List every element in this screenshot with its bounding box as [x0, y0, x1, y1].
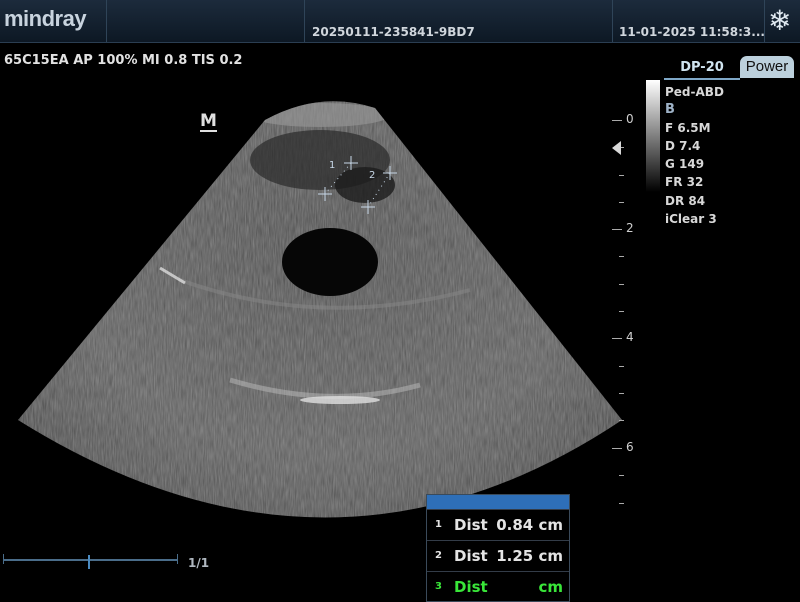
mode-label: B: [665, 102, 675, 118]
measurement-row-active[interactable]: 3 Dist cm: [427, 571, 569, 602]
param-frame-rate: FR 32: [665, 175, 704, 190]
depth-label-0: 0: [626, 112, 634, 126]
cine-frame-counter: 1/1: [188, 556, 210, 570]
preset-name: Ped-ABD: [665, 85, 724, 99]
orientation-marker: M: [200, 111, 217, 132]
caliper-label-1: 1: [329, 160, 335, 171]
measurement-panel-header[interactable]: [427, 495, 569, 509]
tab-preset[interactable]: DP-20: [664, 58, 740, 80]
imaging-params: Ped-ABD B F 6.5M D 7.4 G 149 FR 32 DR 84…: [665, 83, 724, 228]
param-iclear: iClear 3: [665, 211, 717, 226]
param-gain: G 149: [665, 157, 705, 172]
cine-slider-handle[interactable]: [88, 555, 90, 569]
param-depth: D 7.4: [665, 139, 701, 154]
param-dynamic-range: DR 84: [665, 193, 706, 208]
depth-label-6: 6: [626, 440, 634, 454]
depth-label-2: 2: [626, 221, 634, 235]
focus-position-icon[interactable]: [612, 141, 621, 155]
measurement-row[interactable]: 2 Dist 1.25 cm: [427, 540, 569, 571]
measurement-row[interactable]: 1 Dist 0.84 cm: [427, 509, 569, 540]
caliper-label-2: 2: [369, 170, 375, 181]
depth-label-4: 4: [626, 330, 634, 344]
tab-power[interactable]: Power: [740, 56, 794, 78]
measurement-panel[interactable]: 1 Dist 0.84 cm 2 Dist 1.25 cm 3 Dist cm: [426, 494, 570, 602]
param-frequency: F 6.5M: [665, 121, 711, 136]
grayscale-bar: [646, 80, 660, 192]
cine-slider-track[interactable]: [3, 559, 178, 561]
